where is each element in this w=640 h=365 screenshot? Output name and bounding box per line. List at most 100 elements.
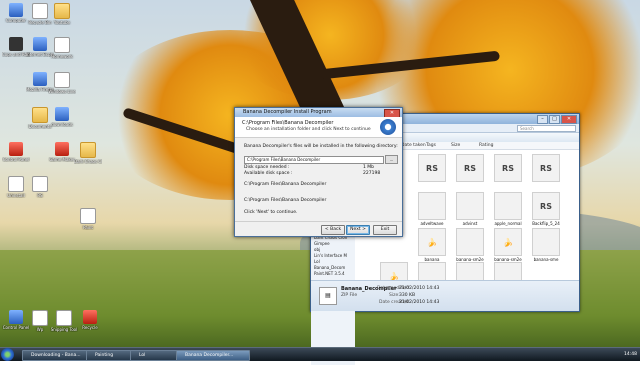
details-file-type: ZIP File (341, 293, 358, 298)
space-needed-label: Disk space needed : (244, 165, 290, 170)
dialog-header-title: C:\Program Files\Banana Decompiler (242, 120, 334, 126)
details-value: 330 KB (399, 293, 416, 298)
installer-logo-icon (380, 119, 396, 135)
continue-instruction: Click 'Next' to continue. (244, 210, 298, 215)
file-item[interactable]: RS (491, 154, 525, 182)
details-value: 21/02/2010 14:43 (399, 286, 440, 291)
browse-button[interactable]: ... (385, 155, 398, 164)
folder-icon (80, 142, 96, 158)
details-pane: ▤ Banana_Decompiler ZIP File Date modifi… (311, 280, 579, 311)
desktop-icon[interactable]: Dark Chaos Clone 1 (74, 142, 102, 164)
dialog-titlebar[interactable]: Banana Decompiler Install Program ✕ (235, 108, 402, 118)
file-thumbnail: RS (494, 154, 522, 182)
search-input[interactable]: Search (517, 125, 576, 132)
internet-explorer-icon (33, 37, 47, 51)
file-item[interactable]: RS (529, 154, 563, 182)
game-maker-icon (55, 142, 69, 156)
dialog-header: C:\Program Files\Banana Decompiler Choos… (235, 117, 402, 138)
back-button[interactable]: < Back (321, 225, 345, 235)
path-summary-text: C:\Program Files\Banana Decompiler (244, 182, 327, 187)
file-thumbnail: RS (532, 192, 560, 220)
space-needed-value: 1 Mb (363, 165, 375, 170)
file-thumbnail (418, 192, 446, 220)
close-button[interactable]: ✕ (561, 115, 577, 124)
system-tray-clock[interactable]: 14:48 (624, 350, 637, 359)
desktop-icon[interactable]: downloads (48, 107, 76, 127)
window-controls: – □ ✕ (537, 115, 577, 124)
file-item[interactable]: adveltwave (415, 192, 449, 226)
details-value: 21/02/2010 14:43 (399, 300, 440, 305)
download-icon (55, 107, 69, 121)
file-thumbnail (532, 228, 560, 256)
image-icon (32, 176, 48, 192)
desktop-icon[interactable]: Paint (74, 208, 102, 230)
file-item[interactable]: 🍌 banana (415, 228, 449, 262)
computer-icon (9, 3, 23, 17)
file-thumbnail: RS (418, 154, 446, 182)
file-thumbnail (456, 228, 484, 256)
taskbar-item[interactable]: Painting (86, 350, 136, 361)
desktop-icon[interactable]: RS (26, 176, 54, 198)
file-thumbnail: RS (456, 154, 484, 182)
document-icon (54, 37, 70, 53)
dialog-title: Banana Decompiler Install Program (243, 109, 332, 115)
program-icon (32, 310, 48, 326)
taskbar: Downloading - Bana... Painting Lol Banan… (0, 347, 640, 361)
space-available-value: 227198 (363, 171, 381, 176)
install-dialog[interactable]: Banana Decompiler Install Program ✕ C:\P… (234, 107, 403, 237)
file-item[interactable]: apple_normal (491, 192, 525, 226)
desktop-icon[interactable]: Recycle (76, 310, 104, 330)
taskbar-item[interactable]: Lol (130, 350, 180, 361)
desktop-icon[interactable]: Windows Live (48, 72, 76, 94)
firefox-icon (33, 72, 47, 86)
desktop-icon[interactable]: Control Panel (2, 142, 30, 162)
file-item[interactable]: 🍌 banana-sm2e (491, 228, 525, 262)
program-icon (8, 176, 24, 192)
taskbar-item[interactable]: Downloading - Bana... (22, 350, 92, 361)
nav-item[interactable]: Paint.NET 3.5.4 (311, 271, 355, 277)
program-icon (9, 37, 23, 51)
desktop-icon[interactable]: Snipping Tool (50, 310, 78, 332)
column-header[interactable]: Tags (426, 142, 436, 149)
install-path-input[interactable]: C:\Program Files\Banana Decompiler (244, 156, 384, 164)
file-thumbnail (494, 192, 522, 220)
file-thumbnail (456, 192, 484, 220)
start-button[interactable] (1, 348, 14, 361)
column-header[interactable]: Rating (479, 142, 494, 149)
taskbar-item[interactable]: Banana Decompiler... (176, 350, 250, 361)
next-button[interactable]: Next > (346, 225, 370, 235)
exit-button[interactable]: Exit (373, 225, 397, 235)
application-icon (54, 72, 70, 88)
zip-file-icon: ▤ (319, 287, 337, 305)
file-item[interactable]: banana-sme (529, 228, 563, 262)
column-header[interactable]: Date taken (401, 142, 426, 149)
folder-icon (32, 107, 48, 123)
desktop-icon[interactable]: Homework (48, 37, 76, 59)
minimize-button[interactable]: – (537, 115, 548, 124)
file-thumbnail: RS (532, 154, 560, 182)
file-item[interactable]: RS (415, 154, 449, 182)
maximize-button[interactable]: □ (549, 115, 560, 124)
file-item[interactable]: banana-sm2e (453, 228, 487, 262)
snipping-tool-icon (56, 310, 72, 326)
recycle-bin-icon (32, 3, 48, 19)
file-item[interactable]: advinst (453, 192, 487, 226)
dialog-body: Banana Decompiler's files will be instal… (235, 138, 402, 220)
program-icon (9, 142, 23, 156)
file-thumbnail: 🍌 (418, 228, 446, 256)
dialog-footer: < Back Next > Exit (235, 221, 402, 236)
paint-icon (80, 208, 96, 224)
folder-icon (54, 3, 70, 19)
install-info-text: Banana Decompiler's files will be instal… (244, 144, 398, 149)
path-summary-text: C:\Program Files\Banana Decompiler (244, 198, 327, 203)
column-header[interactable]: Size (451, 142, 460, 149)
space-available-label: Available disk space : (244, 171, 293, 176)
recycle-icon (83, 310, 97, 324)
desktop-icon[interactable]: Youtube (48, 3, 76, 25)
file-thumbnail: 🍌 (494, 228, 522, 256)
control-panel-icon (9, 310, 23, 324)
file-item[interactable]: RS Backflip_5_24 (529, 192, 563, 226)
dialog-header-subtitle: Choose an installation folder and click … (246, 127, 371, 132)
file-item[interactable]: RS (453, 154, 487, 182)
desktop-icon[interactable]: Game Maker (48, 142, 76, 162)
